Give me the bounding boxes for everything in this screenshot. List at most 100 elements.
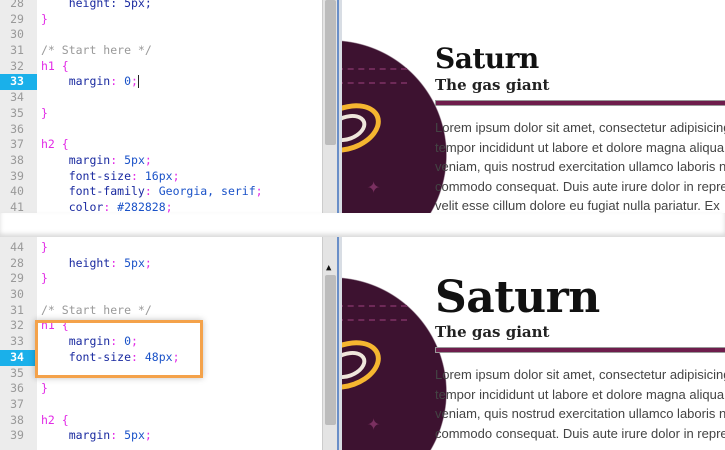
code-text: margin: 5px; <box>41 428 152 444</box>
code-token: ; <box>131 74 138 89</box>
line-number: 35 <box>10 105 24 120</box>
panel-separator <box>0 213 725 237</box>
code-token: 0 <box>124 74 132 89</box>
body-paragraph: Lorem ipsum dolor sit amet, consectetur … <box>435 367 725 441</box>
code-token: #282828 <box>117 199 166 213</box>
code-line[interactable]: 40 font-family: Georgia, serif; <box>0 184 322 200</box>
code-line[interactable]: 32 h1 { <box>0 59 322 75</box>
line-number: 36 <box>10 121 24 136</box>
code-line[interactable]: 35} <box>0 106 322 122</box>
code-token: 16px <box>144 168 173 183</box>
line-number: 44 <box>10 240 24 254</box>
code-token: : <box>110 428 125 443</box>
scrollbar-thumb[interactable] <box>325 0 336 145</box>
code-line[interactable]: 38 h2 { <box>0 413 322 429</box>
code-line[interactable]: 31 /* Start here */ <box>0 303 322 319</box>
line-number: 33 <box>0 74 37 91</box>
code-text: /* Start here */ <box>41 303 152 319</box>
code-text: } <box>41 106 48 122</box>
line-number: 28 <box>10 255 24 270</box>
code-token: /* Start here */ <box>41 302 152 317</box>
code-token: ; <box>144 255 152 270</box>
saturn-illustration: ✦ <box>342 40 447 213</box>
page-title: Saturn <box>435 42 539 75</box>
code-line[interactable]: 37 <box>0 397 322 413</box>
code-line[interactable]: 30 <box>0 287 322 303</box>
code-line[interactable]: 29} <box>0 12 322 28</box>
code-token: margin <box>41 74 111 89</box>
code-line[interactable]: 33 margin: 0; <box>0 74 322 91</box>
code-line[interactable]: 34 <box>0 90 322 106</box>
line-number: 38 <box>10 412 24 427</box>
code-text: h2 { <box>41 137 69 153</box>
code-token: : <box>144 184 159 199</box>
scroll-up-arrow-icon[interactable]: ▲ <box>326 263 331 273</box>
line-number: 30 <box>10 27 24 42</box>
code-token: h1 { <box>41 58 69 73</box>
code-line[interactable]: 37 h2 { <box>0 137 322 153</box>
code-line[interactable]: 41 color: #282828; <box>0 200 322 213</box>
code-line[interactable]: 36} <box>0 381 322 397</box>
code-line[interactable]: 39 margin: 5px; <box>0 428 322 444</box>
code-token: margin <box>41 428 111 443</box>
line-number: 31 <box>10 302 24 317</box>
line-number: 33 <box>10 334 24 349</box>
page-subtitle: The gas giant <box>435 76 550 94</box>
code-text: /* Start here */ <box>41 43 152 59</box>
bottom-editor-state: 44} 28 height: 5px; 29} 30 31/* Start here *… <box>0 237 725 450</box>
code-line[interactable]: 30 <box>0 27 322 43</box>
code-token: color <box>41 199 104 213</box>
line-number: 31 <box>10 43 24 58</box>
editor-scrollbar[interactable]: ▲ <box>322 237 337 450</box>
code-text: color: #282828; <box>41 200 173 213</box>
editor-scrollbar[interactable] <box>322 0 337 213</box>
code-line[interactable]: 31 /* Start here */ <box>0 43 322 59</box>
line-number: 41 <box>10 199 24 213</box>
code-line[interactable]: 29} <box>0 271 322 287</box>
code-token: ; <box>255 184 263 199</box>
code-text: } <box>41 240 48 256</box>
code-token: 5px <box>124 152 145 167</box>
code-token: Georgia, serif <box>158 184 256 199</box>
code-token: /* Start here */ <box>41 43 152 58</box>
code-token: ; <box>172 168 180 183</box>
line-number: 32 <box>10 58 24 73</box>
code-text: h2 { <box>41 413 69 429</box>
code-token: ; <box>144 152 152 167</box>
line-number: 39 <box>10 168 24 183</box>
line-number: 37 <box>10 137 24 152</box>
code-token: } <box>41 240 48 254</box>
line-number: 36 <box>10 381 24 396</box>
body-paragraph: Lorem ipsum dolor sit amet, consectetur … <box>435 120 725 213</box>
line-number: 34 <box>10 90 24 105</box>
saturn-illustration: ✦ <box>342 277 447 450</box>
code-line[interactable]: 38 margin: 5px; <box>0 153 322 169</box>
code-token: ; <box>144 428 152 443</box>
line-number: 39 <box>10 428 24 443</box>
code-line[interactable]: 39 font-size: 16px; <box>0 169 322 185</box>
preview-pane: ✦ Saturn The gas giant Lorem ipsum dolor… <box>342 237 725 450</box>
line-number: 29 <box>10 271 24 286</box>
divider-bar <box>435 100 725 106</box>
code-text: height: 5px; <box>41 256 152 272</box>
code-token: : <box>103 199 118 213</box>
scrollbar-thumb[interactable] <box>325 275 336 425</box>
line-number: 34 <box>0 349 37 366</box>
code-token: margin <box>41 152 111 167</box>
page-subtitle: The gas giant <box>435 323 550 341</box>
code-token: height: 5px; <box>41 0 152 10</box>
code-line[interactable]: 44} <box>0 240 322 256</box>
page-title: Saturn <box>435 272 600 323</box>
code-token: } <box>41 271 48 286</box>
code-token: font-family <box>41 184 145 199</box>
code-text: } <box>41 12 48 28</box>
code-text: height: 5px; <box>41 0 152 12</box>
code-line[interactable]: 36 <box>0 122 322 138</box>
code-token: height <box>41 255 111 270</box>
preview-pane: ✦ Saturn The gas giant Lorem ipsum dolor… <box>342 0 725 213</box>
code-line[interactable]: 28 height: 5px; <box>0 256 322 272</box>
code-line[interactable]: 28 height: 5px; <box>0 0 322 12</box>
code-editor[interactable]: 28 height: 5px; 29} 30 31/* Start here */32… <box>0 0 322 213</box>
line-number: 28 <box>10 0 24 10</box>
line-number: 29 <box>10 11 24 26</box>
